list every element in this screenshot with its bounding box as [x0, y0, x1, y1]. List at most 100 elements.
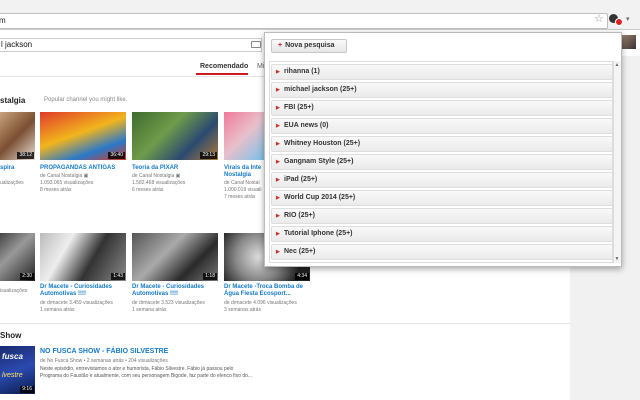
duration-badge: 29:13: [200, 152, 217, 159]
list-item-label: michael jackson (25+): [284, 86, 357, 93]
duration-badge: 36:40: [108, 152, 125, 159]
keyboard-icon[interactable]: [251, 41, 261, 48]
caret-right-icon: ▶: [276, 195, 280, 201]
list-item-label: FBI (25+): [284, 104, 314, 111]
video-thumbnail[interactable]: 36:40: [40, 112, 126, 160]
video-meta: de Canal Nostalgia ▣: [40, 173, 89, 179]
list-item[interactable]: ▶ RIO (25+): [271, 208, 612, 224]
duration-badge: 1:43: [111, 273, 125, 280]
list-item-label: World Cup 2014 (25+): [284, 194, 356, 201]
video-title[interactable]: Dr Macete -Troca Bomba de: [224, 284, 303, 291]
extension-icon[interactable]: [608, 12, 623, 26]
video-title[interactable]: Teoria da PIXAR: [132, 165, 178, 172]
new-search-button[interactable]: + Nova pesquisa: [271, 39, 347, 53]
list-item[interactable]: ▶ Nec (25+): [271, 244, 612, 260]
video-description: Neste episódio, entrevistamos o ator e h…: [40, 366, 234, 372]
list-item-label: Tutorial Iphone (25+): [284, 230, 353, 237]
duration-badge: 2:30: [20, 273, 34, 280]
section-subtitle: Popular channel you might like.: [44, 97, 128, 103]
video-meta: 1 semana atrás: [40, 307, 75, 313]
video-thumbnail[interactable]: [224, 112, 264, 160]
list-item[interactable]: ▶ Gangnam Style (25+): [271, 154, 612, 170]
video-meta: 1 semana atrás: [132, 307, 167, 313]
list-item[interactable]: ▶ rihanna (1): [271, 64, 612, 80]
video-title[interactable]: PROPAGANDAS ANTIGAS: [40, 165, 115, 172]
video-thumbnail[interactable]: 1:18: [132, 233, 218, 281]
video-meta: 8 meses atrás: [40, 187, 72, 193]
caret-right-icon: ▶: [276, 159, 280, 165]
tab-recommended[interactable]: Recomendado: [200, 63, 248, 70]
caret-right-icon: ▶: [276, 105, 280, 111]
video-title[interactable]: Virais da Inte: [224, 165, 261, 172]
extension-badge: [615, 18, 623, 26]
video-thumbnail[interactable]: fusca lvestre 9:16: [0, 346, 35, 394]
video-meta: isualizações: [0, 288, 28, 294]
video-meta: de drmacete 3.523 visualizações: [132, 300, 205, 306]
scroll-up-icon[interactable]: ▲: [614, 62, 620, 68]
video-description: Programa do Faustão e atualmente, com se…: [40, 373, 253, 379]
thumbnail-text: fusca: [2, 352, 23, 361]
section-title[interactable]: stalgia: [0, 96, 25, 105]
list-item-label: EUA news (0): [284, 122, 329, 129]
video-title[interactable]: Água Fiesta Ecosport...: [224, 291, 291, 298]
active-tab-indicator: [196, 73, 248, 75]
list-item-label: Whitney Houston (25+): [284, 140, 361, 147]
list-item[interactable]: ▶ FBI (25+): [271, 100, 612, 116]
list-item-label: Gangnam Style (25+): [284, 158, 354, 165]
video-thumbnail[interactable]: 2:30: [0, 233, 35, 281]
bookmark-star-icon[interactable]: ☆: [594, 14, 605, 25]
video-meta: ualizações: [0, 180, 24, 186]
video-thumbnail[interactable]: 38:12: [0, 112, 35, 160]
list-item[interactable]: ▶ EUA news (0): [271, 118, 612, 134]
avatar[interactable]: [622, 35, 636, 49]
video-title[interactable]: Dr Macete - Curiosidades: [132, 284, 204, 291]
video-meta: de Canal Nostal: [224, 180, 260, 186]
video-meta: de Canal Nostalgia ▣: [132, 173, 181, 179]
list-item[interactable]: ▶ iPad (25+): [271, 172, 612, 188]
video-meta: 7 meses atrás: [224, 194, 256, 200]
list-item-label: rihanna (1): [284, 68, 320, 75]
chevron-down-icon[interactable]: ▾: [626, 15, 630, 23]
duration-badge: 9:16: [20, 386, 34, 393]
plus-icon: +: [278, 42, 283, 49]
scroll-down-icon[interactable]: ▼: [614, 256, 620, 262]
search-input[interactable]: l jackson: [0, 38, 262, 52]
video-thumbnail[interactable]: 29:13: [132, 112, 218, 160]
video-meta: 1.582.468 visualizações: [132, 180, 186, 186]
list-item-label: Nec (25+): [284, 248, 316, 255]
caret-right-icon: ▶: [276, 213, 280, 219]
video-title[interactable]: Dr Macete - Curiosidades: [40, 284, 112, 291]
thumbnail-text: lvestre: [2, 372, 23, 379]
video-meta: 1.000.019 visuali: [224, 187, 262, 193]
caret-right-icon: ▶: [276, 177, 280, 183]
saved-searches-list: ▶ rihanna (1) ▶ michael jackson (25+) ▶ FBI…: [269, 61, 613, 263]
extension-popup: + Nova pesquisa ▶ rihanna (1) ▶ michael jac…: [264, 32, 622, 267]
video-meta: de drmacete 4.096 visualizações: [224, 300, 297, 306]
divider: [0, 323, 570, 324]
video-title[interactable]: Nostalgia: [224, 172, 251, 179]
list-item[interactable]: ▶ Whitney Houston (25+): [271, 136, 612, 152]
video-title[interactable]: NO FUSCA SHOW - FÁBIO SILVESTRE: [40, 348, 168, 355]
list-item[interactable]: ▶ Tutorial Iphone (25+): [271, 226, 612, 242]
list-item[interactable]: ▶ World Cup 2014 (25+): [271, 190, 612, 206]
list-item[interactable]: ▶ michael jackson (25+): [271, 82, 612, 98]
caret-right-icon: ▶: [276, 231, 280, 237]
list-item-label: RIO (25+): [284, 212, 315, 219]
video-meta: de drmacete 3.459 visualizações: [40, 300, 113, 306]
duration-badge: 38:12: [17, 152, 34, 159]
caret-right-icon: ▶: [276, 87, 280, 93]
scrollbar[interactable]: [613, 61, 621, 263]
video-meta: 6 meses atrás: [132, 187, 164, 193]
duration-badge: 4:34: [295, 273, 309, 280]
address-bar[interactable]: m: [0, 13, 608, 29]
video-title[interactable]: Automotivas !!!!: [40, 291, 86, 298]
caret-right-icon: ▶: [276, 69, 280, 75]
video-thumbnail[interactable]: 1:43: [40, 233, 126, 281]
video-meta: 1.093.065 visualizações: [40, 180, 94, 186]
new-search-label: Nova pesquisa: [285, 42, 335, 49]
section-title[interactable]: Show: [0, 331, 21, 340]
video-meta: de No Fusca Show • 2 semanas atrás • 204…: [40, 358, 168, 364]
video-title[interactable]: Automotivas !!!!: [132, 291, 178, 298]
caret-right-icon: ▶: [276, 141, 280, 147]
video-title[interactable]: spira: [0, 165, 14, 172]
